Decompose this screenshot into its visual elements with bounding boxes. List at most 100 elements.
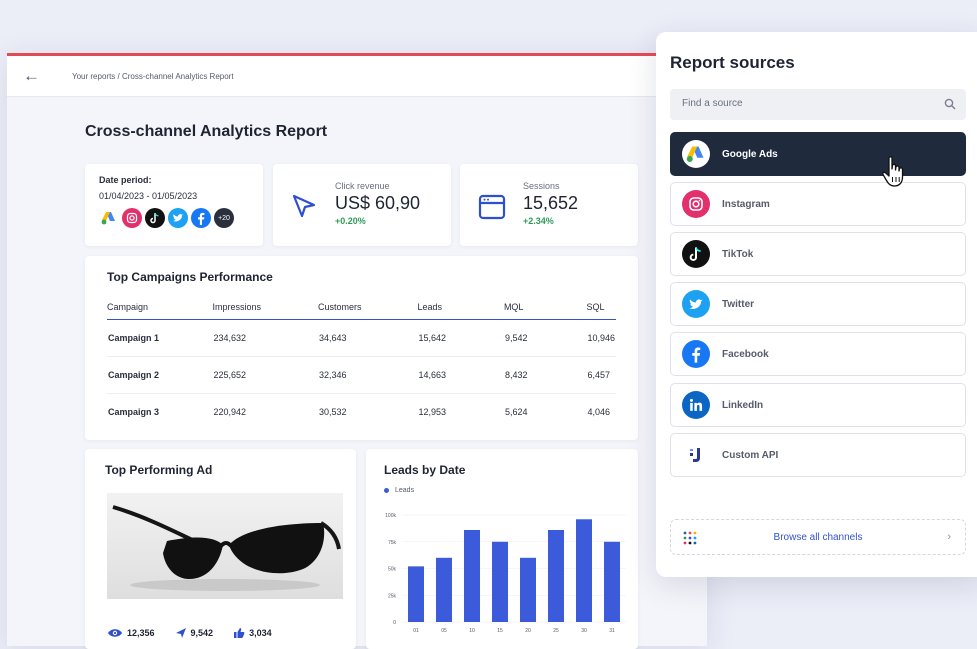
table-cell: Campaign 2 xyxy=(107,356,213,394)
views-stat: 12,356 xyxy=(107,627,155,639)
click-revenue-card: Click revenue US$ 60,90 +0.20% xyxy=(273,164,451,246)
instagram-icon xyxy=(682,190,710,218)
date-period-label: Date period: xyxy=(99,175,152,185)
views-value: 12,356 xyxy=(127,628,155,638)
x-tick-label: 25 xyxy=(553,628,559,634)
cursor-icon xyxy=(290,192,318,225)
custom-api-icon xyxy=(682,441,710,469)
source-item-facebook[interactable]: Facebook xyxy=(670,332,966,376)
x-tick-label: 31 xyxy=(609,628,615,634)
ad-stats: 12,356 9,542 3,034 xyxy=(107,627,272,639)
table-row: Campaign 2 225,652 32,346 14,663 8,432 6… xyxy=(107,356,616,394)
table-cell: 10,946 xyxy=(586,319,616,357)
report-sources-panel: Report sources Find a source Google Ads … xyxy=(656,32,977,577)
source-item-google-ads[interactable]: Google Ads xyxy=(670,132,966,176)
instagram-icon xyxy=(122,208,142,228)
likes-stat: 3,034 xyxy=(233,627,272,639)
click-revenue-label: Click revenue xyxy=(335,181,390,191)
bar xyxy=(492,541,508,622)
y-tick-label: 25k xyxy=(388,593,397,599)
table-cell: 30,532 xyxy=(318,407,347,417)
source-search-input[interactable]: Find a source xyxy=(670,89,966,120)
google-ads-icon xyxy=(682,140,710,168)
twitter-icon xyxy=(168,208,188,228)
source-item-instagram[interactable]: Instagram xyxy=(670,182,966,226)
clicks-value: 9,542 xyxy=(190,628,214,638)
browse-all-channels-label: Browse all channels xyxy=(773,531,863,543)
legend-label: Leads xyxy=(395,487,415,494)
source-label: Google Ads xyxy=(722,148,778,160)
source-label: TikTok xyxy=(722,248,754,260)
y-tick-label: 50k xyxy=(388,567,397,573)
source-item-twitter[interactable]: Twitter xyxy=(670,282,966,326)
bar xyxy=(576,519,592,622)
top-ad-title: Top Performing Ad xyxy=(105,463,213,477)
sessions-value: 15,652 xyxy=(523,193,579,213)
sessions-label: Sessions xyxy=(523,181,560,191)
source-item-tiktok[interactable]: TikTok xyxy=(670,232,966,276)
source-label: LinkedIn xyxy=(722,399,764,411)
top-ad-card: Top Performing Ad 12,356 9,542 3,034 xyxy=(85,449,356,649)
ad-image xyxy=(107,493,343,599)
table-cell: 32,346 xyxy=(317,356,418,394)
source-item-linkedin[interactable]: LinkedIn xyxy=(670,383,966,427)
report-sources-title: Report sources xyxy=(670,53,795,72)
y-tick-label: 0 xyxy=(393,620,396,626)
x-tick-label: 05 xyxy=(441,628,447,634)
column-header: MQL xyxy=(503,302,587,320)
tiktok-icon xyxy=(145,208,165,228)
facebook-icon xyxy=(682,340,710,368)
source-item-custom-api[interactable]: Custom API xyxy=(670,433,966,477)
source-label: Custom API xyxy=(722,449,779,461)
table-cell: 34,643 xyxy=(317,319,418,357)
date-period-value: 01/04/2023 - 01/05/2023 xyxy=(99,191,198,201)
column-header: Leads xyxy=(417,302,504,320)
bar xyxy=(408,566,424,622)
bar xyxy=(520,557,536,622)
table-row: Campaign 3 220,942 30,532 12,953 5,624 4… xyxy=(107,394,616,431)
table-cell: 14,663 xyxy=(417,356,504,394)
source-label: Instagram xyxy=(722,198,770,210)
more-sources-badge[interactable]: +20 xyxy=(214,208,234,228)
x-tick-label: 15 xyxy=(497,628,503,634)
x-tick-label: 20 xyxy=(525,628,531,634)
x-tick-label: 01 xyxy=(413,628,419,634)
thumbs-up-icon xyxy=(234,628,245,638)
source-label: Twitter xyxy=(722,298,755,310)
table-cell: 225,652 xyxy=(212,356,318,394)
back-arrow-icon[interactable]: ← xyxy=(23,66,40,86)
y-tick-label: 100k xyxy=(385,513,396,519)
x-tick-label: 10 xyxy=(469,628,475,634)
browse-all-channels-button[interactable]: Browse all channels › xyxy=(670,519,966,555)
leads-chart-card: Leads by Date Leads 0 25k 50k 75k 100k 01 05 10… xyxy=(366,449,638,649)
send-icon xyxy=(175,628,186,638)
table-cell: 5,624 xyxy=(504,407,528,417)
table-cell: Campaign 3 xyxy=(108,407,160,417)
report-dashboard: ← Your reports / Cross-channel Analytics… xyxy=(7,53,707,649)
search-icon[interactable] xyxy=(944,97,956,115)
chevron-right-icon: › xyxy=(947,531,951,543)
bar xyxy=(548,529,564,622)
table-cell: Campaign 1 xyxy=(107,319,213,357)
hand-pointer-icon xyxy=(880,155,910,194)
table-cell: 6,457 xyxy=(586,356,616,394)
table-cell: 12,953 xyxy=(418,407,446,417)
column-header: Impressions xyxy=(212,302,318,320)
linkedin-icon xyxy=(682,391,710,419)
twitter-icon xyxy=(682,290,710,318)
report-title: Cross-channel Analytics Report xyxy=(85,123,328,140)
table-header-row: Campaign Impressions Customers Leads MQL… xyxy=(107,302,616,320)
table-row: Campaign 1 234,632 34,643 15,642 9,542 1… xyxy=(107,319,616,357)
sessions-delta: +2.34% xyxy=(523,216,554,226)
leads-chart-title: Leads by Date xyxy=(384,463,466,477)
click-revenue-value: US$ 60,90 xyxy=(335,193,421,213)
table-cell: 4,046 xyxy=(587,407,610,417)
column-header: SQL xyxy=(586,302,616,320)
date-period-card: Date period: 01/04/2023 - 01/05/2023 +20 xyxy=(85,164,263,246)
eye-icon xyxy=(108,629,122,637)
search-placeholder: Find a source xyxy=(682,98,743,109)
google-ads-icon xyxy=(99,208,119,228)
x-tick-label: 30 xyxy=(581,628,587,634)
column-header: Customers xyxy=(317,302,418,320)
breadcrumb[interactable]: Your reports / Cross-channel Analytics R… xyxy=(72,72,234,81)
